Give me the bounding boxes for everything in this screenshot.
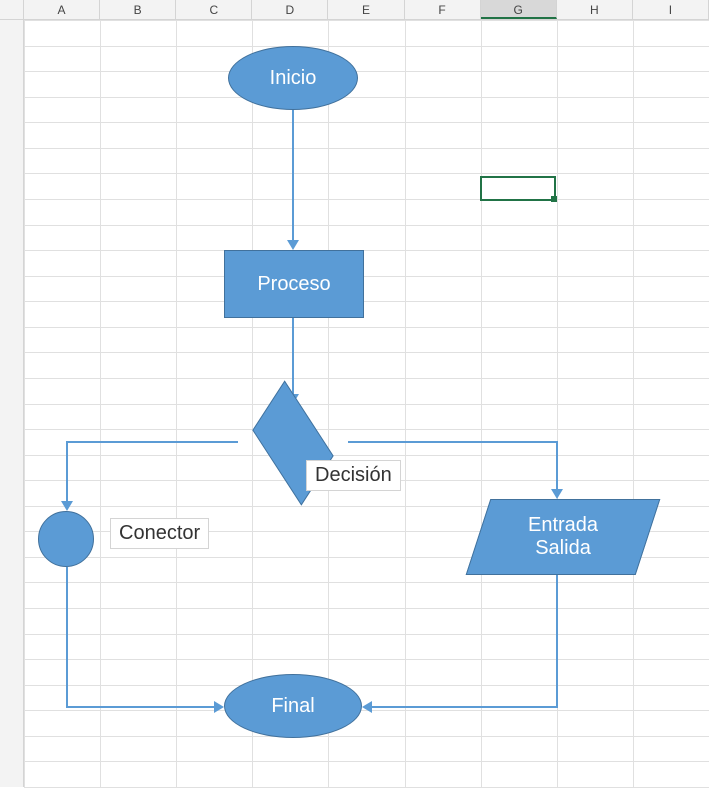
select-all-corner[interactable]: [0, 0, 24, 19]
column-header-d[interactable]: D: [252, 0, 328, 19]
arrowhead-icon: [214, 701, 224, 713]
arrowhead-icon: [551, 489, 563, 499]
edge-process-decision: [292, 318, 294, 396]
edge-start-process: [292, 110, 294, 242]
edge-decision-right-v: [556, 441, 558, 491]
start-label: Inicio: [270, 67, 317, 90]
column-header-row: A B C D E F G H I: [0, 0, 709, 20]
column-header-g[interactable]: G: [481, 0, 557, 19]
flowchart-connector[interactable]: [38, 511, 94, 567]
column-header-b[interactable]: B: [100, 0, 176, 19]
edge-connector-end-h: [66, 706, 216, 708]
decision-label-box[interactable]: Decisión: [306, 460, 401, 491]
flowchart-process[interactable]: Proceso: [224, 250, 364, 318]
edge-connector-end-v: [66, 567, 68, 707]
io-label: Entrada Salida: [528, 514, 598, 560]
edge-io-end-v: [556, 575, 558, 707]
column-header-a[interactable]: A: [24, 0, 100, 19]
flowchart-end-terminator[interactable]: Final: [224, 674, 362, 738]
column-header-c[interactable]: C: [176, 0, 252, 19]
flowchart-canvas: Inicio Proceso Decisión Conector Entrada…: [24, 20, 709, 787]
row-header-gutter: [0, 20, 24, 787]
edge-decision-right-h: [348, 441, 558, 443]
flowchart-io[interactable]: Entrada Salida: [466, 499, 661, 575]
arrowhead-icon: [287, 240, 299, 250]
column-header-i[interactable]: I: [633, 0, 709, 19]
end-label: Final: [271, 695, 314, 718]
edge-decision-left-h: [66, 441, 238, 443]
decision-label: Decisión: [315, 464, 392, 486]
edge-decision-left-v: [66, 441, 68, 503]
column-header-f[interactable]: F: [405, 0, 481, 19]
arrowhead-icon: [61, 501, 73, 511]
process-label: Proceso: [257, 273, 330, 296]
connector-label: Conector: [119, 522, 200, 544]
arrowhead-icon: [362, 701, 372, 713]
connector-label-box[interactable]: Conector: [110, 518, 209, 549]
column-header-e[interactable]: E: [328, 0, 404, 19]
flowchart-start-terminator[interactable]: Inicio: [228, 46, 358, 110]
edge-io-end-h: [370, 706, 558, 708]
column-header-h[interactable]: H: [557, 0, 633, 19]
